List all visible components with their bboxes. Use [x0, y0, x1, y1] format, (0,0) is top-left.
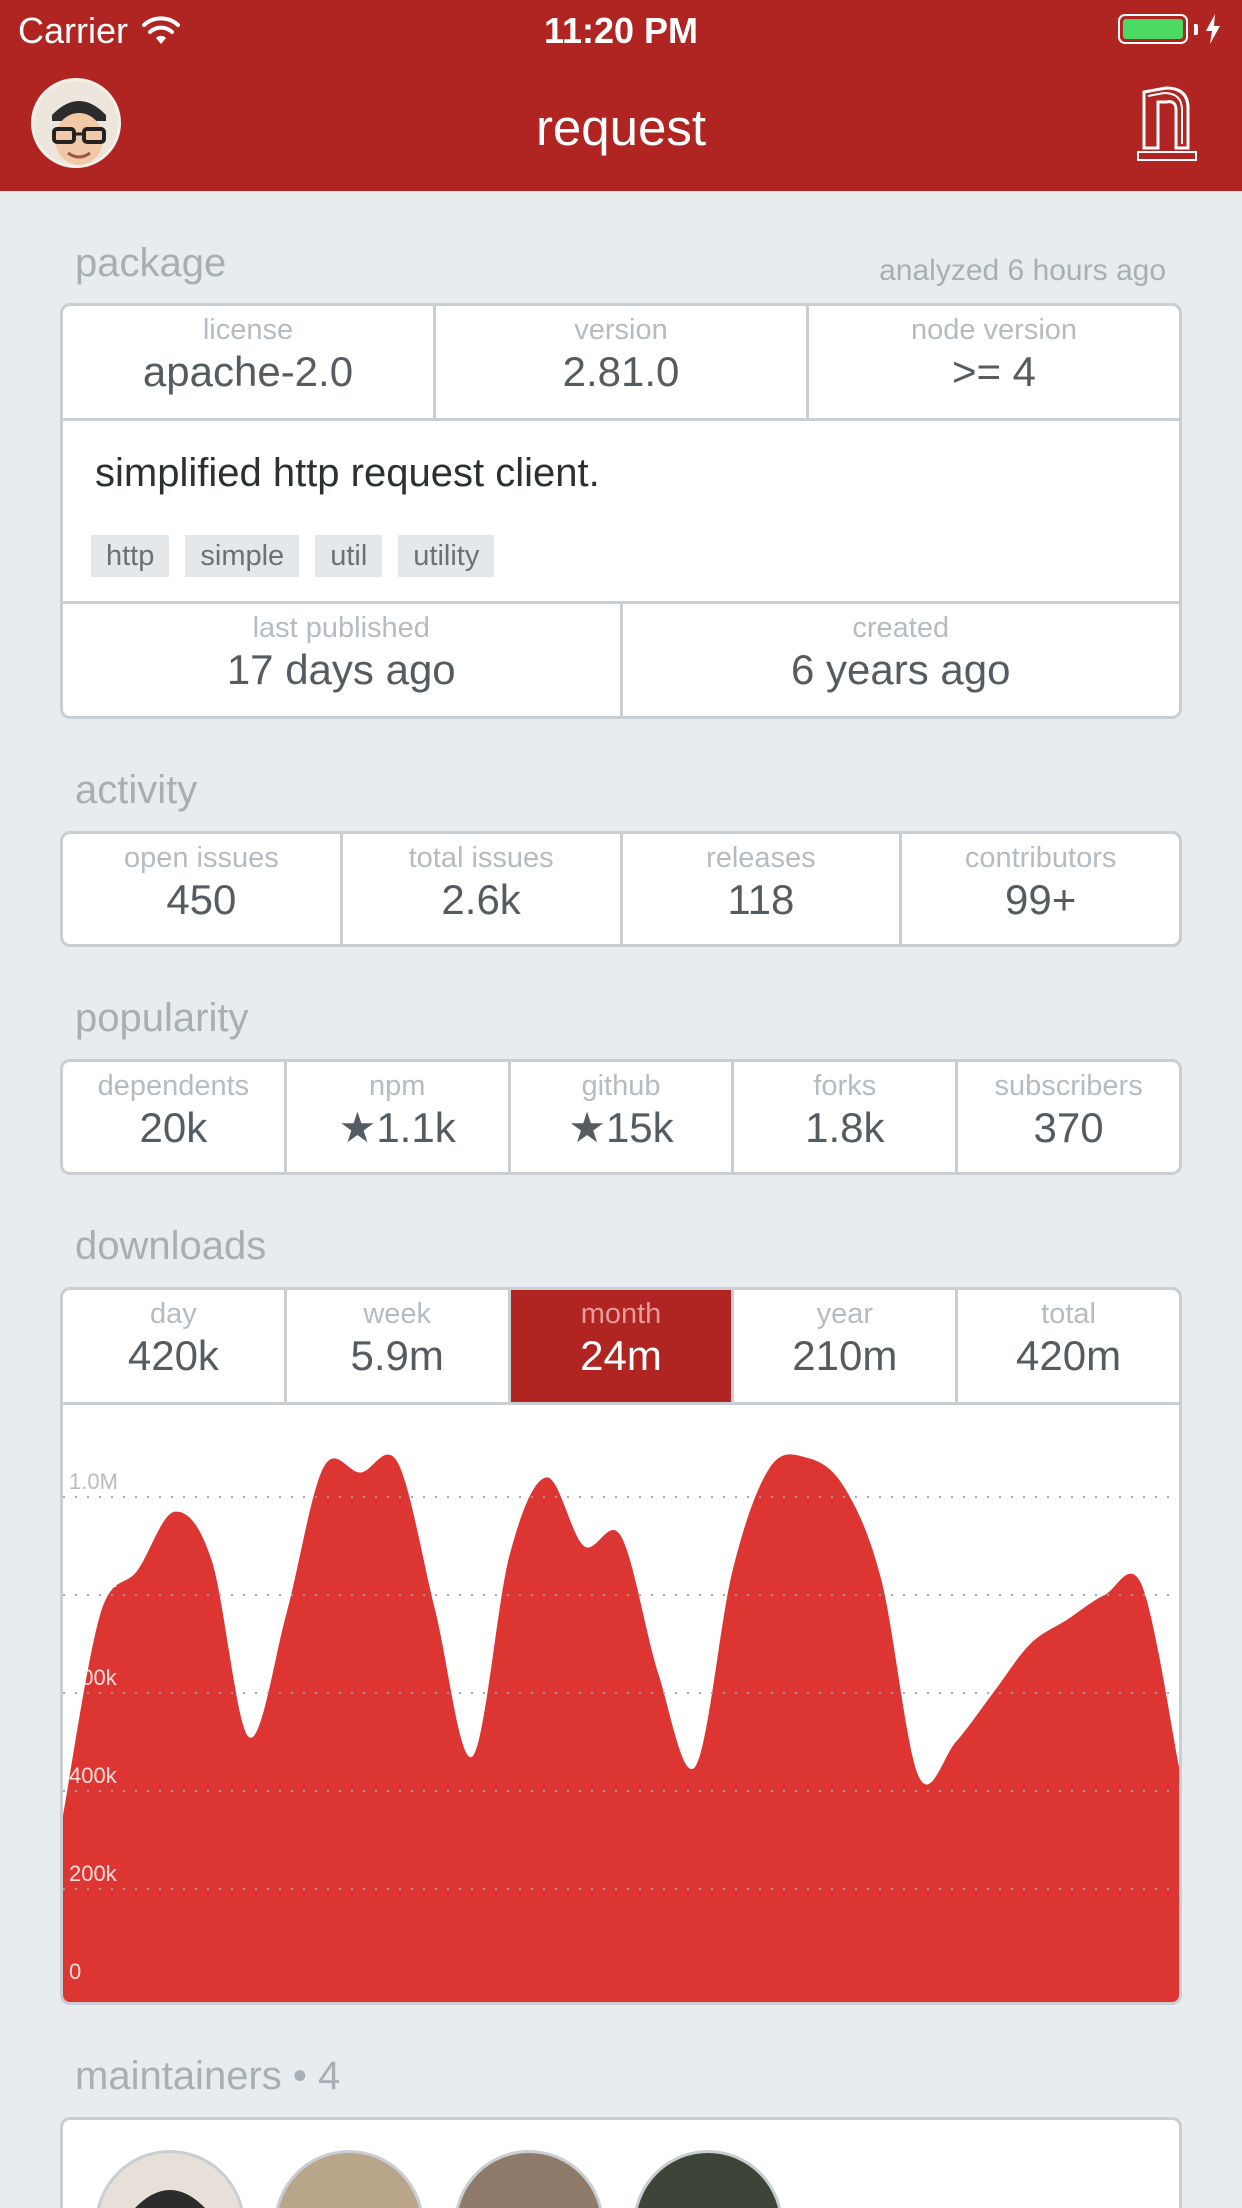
stat-subscribers[interactable]: subscribers 370	[958, 1062, 1179, 1172]
maintainer-face-icon	[135, 2190, 205, 2208]
y-tick-label: 200k	[69, 1861, 118, 1886]
section-heading-maintainers: maintainers • 4	[75, 2054, 341, 2098]
downloads-card: day 420k week 5.9m month 24m year 210m t…	[60, 1287, 1182, 2005]
stat-releases[interactable]: releases 118	[623, 834, 903, 944]
y-tick-label: 0	[69, 1959, 81, 1984]
maintainer-avatar[interactable]	[274, 2150, 424, 2208]
npms-logo-icon[interactable]	[1136, 82, 1198, 162]
stat-forks[interactable]: forks 1.8k	[734, 1062, 959, 1172]
maintainer-avatar[interactable]	[633, 2150, 783, 2208]
downloads-tabs: day 420k week 5.9m month 24m year 210m t…	[63, 1290, 1179, 1402]
stat-version: version 2.81.0	[436, 306, 809, 418]
downloads-chart: 0 200k 400k 600k 800k 1.0M	[63, 1402, 1179, 2002]
keyword-tag[interactable]: http	[91, 535, 170, 577]
tab-week[interactable]: week 5.9m	[287, 1290, 511, 1402]
package-description-block: simplified http request client. http sim…	[63, 418, 1179, 604]
section-heading-activity: activity	[75, 768, 198, 812]
package-description: simplified http request client.	[95, 451, 600, 495]
page-title: request	[535, 99, 707, 156]
keyword-tag[interactable]: simple	[185, 535, 300, 577]
stat-npm-stars[interactable]: npm ★1.1k	[287, 1062, 511, 1172]
y-tick-label: 1.0M	[69, 1469, 118, 1494]
stat-created: created 6 years ago	[791, 612, 1011, 693]
analyzed-timestamp: analyzed 6 hours ago	[879, 254, 1166, 287]
package-dates-row: last published 17 days ago created 6 yea…	[63, 604, 1179, 716]
tab-day[interactable]: day 420k	[63, 1290, 287, 1402]
stat-github-stars[interactable]: github ★15k	[511, 1062, 735, 1172]
activity-card: open issues 450 total issues 2.6k releas…	[60, 831, 1182, 947]
section-heading-popularity: popularity	[75, 996, 249, 1040]
package-stats-row: license apache-2.0 version 2.81.0 node v…	[63, 306, 1179, 418]
maintainers-card	[60, 2117, 1182, 2208]
section-heading-package: package	[75, 241, 227, 285]
stat-last-published: last published 17 days ago	[63, 604, 623, 716]
stat-license: license apache-2.0	[63, 306, 436, 418]
maintainer-avatar[interactable]	[95, 2150, 245, 2208]
popularity-card: dependents 20k npm ★1.1k github ★15k for…	[60, 1059, 1182, 1175]
stat-open-issues[interactable]: open issues 450	[63, 834, 343, 944]
downloads-area-series	[63, 1454, 1179, 2002]
keyword-tag[interactable]: utility	[398, 535, 495, 577]
maintainer-avatar[interactable]	[454, 2150, 604, 2208]
y-tick-label: 600k	[69, 1665, 118, 1690]
section-heading-downloads: downloads	[75, 1224, 267, 1268]
top-bar: Carrier 11:20 PM request	[0, 0, 1242, 191]
keyword-tags: http simple util utility	[91, 535, 495, 577]
package-card: license apache-2.0 version 2.81.0 node v…	[60, 303, 1182, 719]
keyword-tag[interactable]: util	[315, 535, 383, 577]
tab-month[interactable]: month 24m	[510, 1290, 735, 1402]
y-tick-label: 400k	[69, 1763, 118, 1788]
tab-year[interactable]: year 210m	[734, 1290, 959, 1402]
stat-node-version: node version >= 4	[910, 314, 1078, 395]
stat-dependents[interactable]: dependents 20k	[63, 1062, 287, 1172]
stat-contributors[interactable]: contributors 99+	[902, 834, 1179, 944]
y-tick-label: 800k	[69, 1567, 118, 1592]
battery-icon	[1118, 14, 1222, 44]
stat-total-issues[interactable]: total issues 2.6k	[343, 834, 623, 944]
charging-bolt-icon	[1206, 14, 1220, 44]
downloads-chart-svg: 0 200k 400k 600k 800k 1.0M	[63, 1454, 1179, 2002]
status-time: 11:20 PM	[543, 10, 699, 51]
tab-total[interactable]: total 420m	[958, 1290, 1179, 1402]
